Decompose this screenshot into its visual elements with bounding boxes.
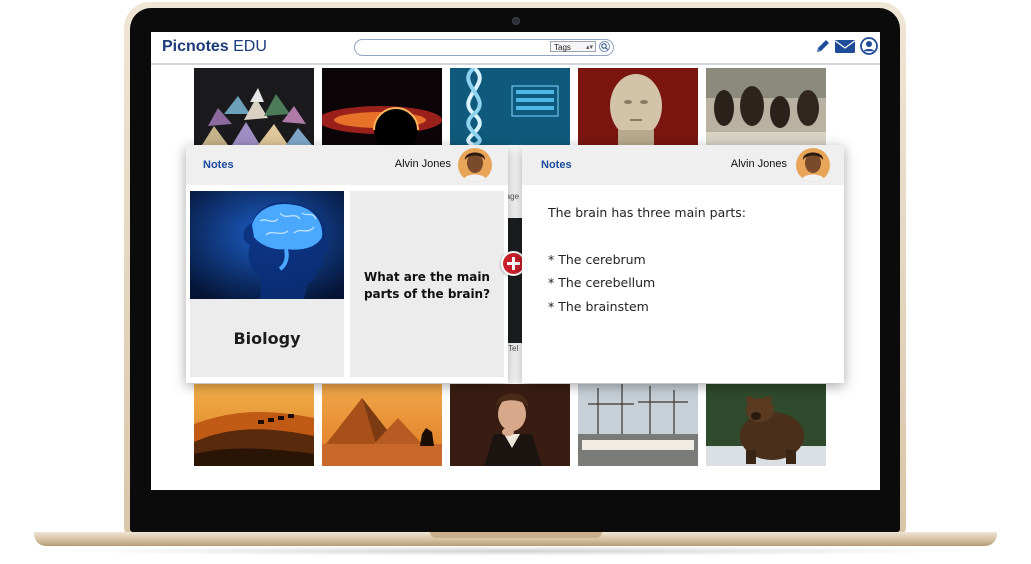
answer-item: * The brainstem (548, 298, 649, 314)
question-panel: What are the main parts of the brain? (350, 191, 504, 377)
app-screen: Picnotes EDU Tags ▴▾ rage Tel Notes Alvi… (151, 32, 880, 490)
avatar[interactable] (796, 148, 830, 182)
flashcard-back[interactable]: Notes Alvin Jones The brain has three ma… (522, 145, 844, 383)
pencil-icon[interactable] (814, 37, 832, 55)
subject-title: Biology (233, 329, 301, 348)
tile-crystals[interactable] (194, 68, 314, 145)
tile-caption-fragment-2: Tel (508, 344, 519, 353)
tags-select[interactable]: Tags ▴▾ (550, 41, 596, 52)
tile-grizzly-bear[interactable] (706, 384, 826, 466)
notes-label: Notes (541, 159, 572, 171)
author-name: Alvin Jones (394, 158, 451, 170)
tags-select-label: Tags (554, 43, 571, 52)
tile-winter-painting[interactable] (706, 68, 826, 145)
tile-caesar-bust[interactable] (578, 68, 698, 145)
flashcard-front[interactable]: Notes Alvin Jones Biology What are the m… (186, 145, 508, 383)
laptop-shadow (60, 546, 971, 556)
brand-name: Picnotes (162, 38, 229, 55)
tile-portrait[interactable] (450, 384, 570, 466)
card-header: Notes Alvin Jones (522, 145, 844, 185)
card-header: Notes Alvin Jones (186, 145, 508, 185)
mail-icon[interactable] (834, 37, 856, 55)
brain-image (190, 191, 344, 299)
tile-desert-camels[interactable] (194, 384, 314, 466)
header-actions (811, 37, 880, 57)
tile-harbor-ships[interactable] (578, 384, 698, 466)
tile-dna[interactable] (450, 68, 570, 145)
answer-item: * The cerebellum (548, 275, 656, 290)
search-input[interactable] (361, 41, 547, 53)
app-logo[interactable]: Picnotes EDU (162, 38, 267, 56)
user-icon[interactable] (860, 37, 878, 55)
author-name: Alvin Jones (730, 158, 787, 170)
search-bar: Tags ▴▾ (354, 39, 614, 56)
search-icon (601, 43, 608, 50)
notes-label: Notes (203, 159, 234, 171)
plus-icon (507, 257, 520, 270)
camera-icon (512, 17, 520, 25)
tile-black-hole[interactable] (322, 68, 442, 145)
answer-item: * The cerebrum (548, 251, 646, 267)
brand-suffix: EDU (228, 38, 267, 55)
select-arrow-icon: ▴▾ (585, 44, 593, 51)
search-button[interactable] (599, 41, 610, 52)
subject-panel: Biology (190, 191, 344, 377)
question-text: What are the main parts of the brain? (363, 270, 491, 301)
answer-text: The brain has three main parts: * The ce… (548, 201, 746, 318)
laptop-notch (430, 532, 602, 538)
answer-intro: The brain has three main parts: (548, 205, 746, 220)
answer-spacer (548, 225, 746, 248)
top-bar: Picnotes EDU Tags ▴▾ (151, 32, 880, 65)
avatar[interactable] (458, 148, 492, 182)
tile-pyramids[interactable] (322, 384, 442, 466)
